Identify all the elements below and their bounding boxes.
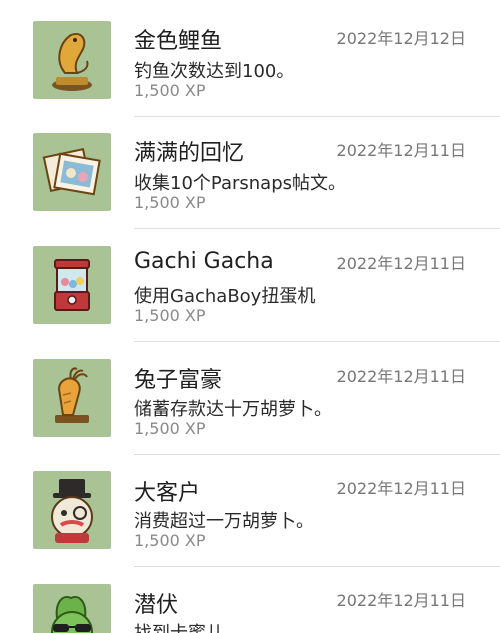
achievement-date: 2022年12月11日 xyxy=(336,479,466,498)
achievement-row[interactable]: 兔子富豪 储蓄存款达十万胡萝卜。 1,500 XP 2022年12月11日 xyxy=(0,342,500,455)
achievement-xp: 1,500 XP xyxy=(134,531,206,550)
achievement-xp: 1,500 XP xyxy=(134,419,206,438)
achievement-description: 储蓄存款达十万胡萝卜。 xyxy=(134,399,332,420)
golden-carp-trophy-icon xyxy=(33,21,111,99)
achievement-list: 金色鲤鱼 钓鱼次数达到100。 1,500 XP 2022年12月12日 满满的… xyxy=(0,0,500,633)
achievement-title: 大客户 xyxy=(134,481,201,506)
achievement-row[interactable]: 潜伏 找到卡蜜儿。 2022年12月11日 xyxy=(0,567,500,633)
achievement-description: 钓鱼次数达到100。 xyxy=(134,61,295,82)
achievement-row[interactable]: 金色鲤鱼 钓鱼次数达到100。 1,500 XP 2022年12月12日 xyxy=(0,0,500,117)
achievement-date: 2022年12月11日 xyxy=(336,141,466,160)
achievement-description: 找到卡蜜儿。 xyxy=(134,619,242,633)
top-hat-bunny-icon xyxy=(33,471,111,549)
achievement-date: 2022年12月11日 xyxy=(336,367,466,386)
achievement-xp: 1,500 XP xyxy=(134,193,206,212)
achievement-date: 2022年12月11日 xyxy=(336,591,466,610)
achievement-description: 使用GachaBoy扭蛋机 xyxy=(134,286,316,307)
achievement-title: 满满的回忆 xyxy=(134,141,245,166)
achievement-title: 金色鲤鱼 xyxy=(134,29,223,54)
photo-album-icon xyxy=(33,133,111,211)
achievement-row[interactable]: Gachi Gacha 使用GachaBoy扭蛋机 1,500 XP 2022年… xyxy=(0,229,500,342)
achievement-description: 收集10个Parsnaps帖文。 xyxy=(134,173,347,194)
achievement-title: Gachi Gacha xyxy=(134,249,274,274)
achievement-title: 兔子富豪 xyxy=(134,368,223,393)
sunglasses-bunny-icon xyxy=(33,584,111,633)
gacha-machine-icon xyxy=(33,246,111,324)
achievement-date: 2022年12月11日 xyxy=(336,254,466,273)
achievement-row[interactable]: 满满的回忆 收集10个Parsnaps帖文。 1,500 XP 2022年12月… xyxy=(0,117,500,229)
golden-carrot-trophy-icon xyxy=(33,359,111,437)
achievement-row[interactable]: 大客户 消费超过一万胡萝卜。 1,500 XP 2022年12月11日 xyxy=(0,455,500,567)
achievement-title: 潜伏 xyxy=(134,593,179,618)
achievement-xp: 1,500 XP xyxy=(134,306,206,325)
achievement-date: 2022年12月12日 xyxy=(336,29,466,48)
achievement-description: 消费超过一万胡萝卜。 xyxy=(134,511,314,532)
achievement-xp: 1,500 XP xyxy=(134,81,206,100)
